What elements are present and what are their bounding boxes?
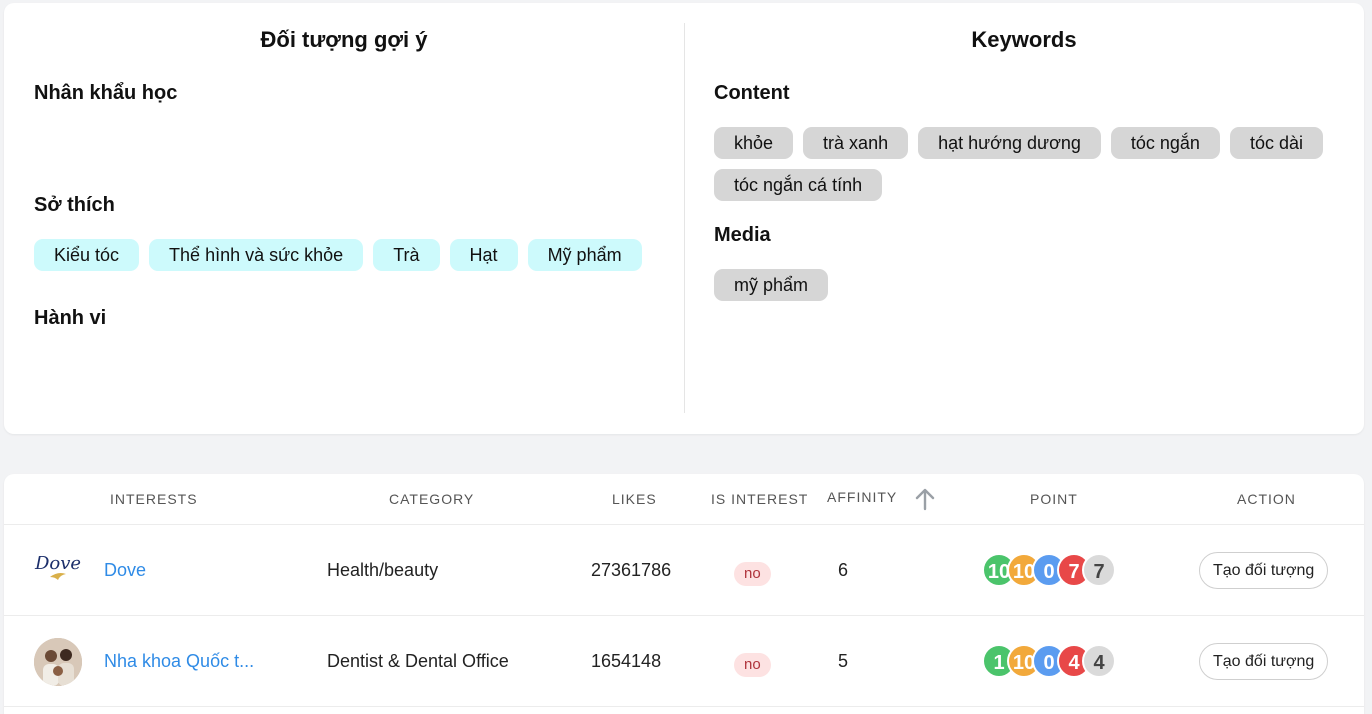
suggested-audience-card: Đối tượng gợi ý Nhân khẩu học Sở thích K… [4,3,1364,434]
create-audience-button[interactable]: Tạo đối tượng [1199,552,1329,589]
create-audience-button[interactable]: Tạo đối tượng [1199,643,1329,680]
content-keyword-chips: khỏe trà xanh hạt hướng dương tóc ngắn t… [714,127,1334,201]
point-circles: 10 10 0 7 7 [982,553,1142,587]
column-header-likes[interactable]: LIKES [612,491,657,507]
point-circle: 4 [1082,644,1116,678]
keyword-chip[interactable]: tóc ngắn cá tính [714,169,883,201]
table-row: Nha khoa Quốc t... Dentist & Dental Offi… [4,616,1364,707]
column-header-affinity[interactable]: AFFINITY [827,489,897,505]
media-keyword-chips: mỹ phẩm [714,269,829,301]
section-title-media: Media [714,224,771,246]
column-header-category[interactable]: CATEGORY [389,491,474,507]
dove-logo: Dove [34,547,82,595]
affinity-cell: 6 [838,560,849,580]
likes-cell: 27361786 [591,560,672,580]
panel-title-suggested-audience: Đối tượng gợi ý [260,27,428,52]
section-title-content: Content [714,82,790,104]
interest-name-link[interactable]: Dove [104,560,146,581]
table-header: INTERESTS CATEGORY LIKES IS INTEREST AFF… [4,474,1364,525]
column-header-interests[interactable]: INTERESTS [110,491,198,507]
avatar-photo-icon [34,638,82,686]
interest-chips: Kiểu tóc Thể hình và sức khỏe Trà Hạt Mỹ… [34,239,642,271]
arrow-up-icon[interactable] [914,487,936,511]
keyword-chip[interactable]: tóc ngắn [1110,127,1220,159]
likes-cell: 1654148 [591,651,662,671]
category-cell: Dentist & Dental Office [327,651,509,671]
keyword-chip[interactable]: mỹ phẩm [714,269,829,301]
keyword-chip[interactable]: hạt hướng dương [918,127,1101,159]
column-header-action[interactable]: ACTION [1237,491,1296,507]
point-circles: 1 10 0 4 4 [982,644,1142,678]
interest-chip[interactable]: Mỹ phẩm [527,239,642,271]
table-row: Dove Dove Health/beauty 27361786 no 6 10… [4,525,1364,616]
keyword-chip[interactable]: khỏe [714,127,794,159]
dove-logo-icon: Dove [34,553,81,580]
svg-text:Dove: Dove [34,553,81,574]
dental-clinic-avatar [34,638,82,686]
category-cell: Health/beauty [327,560,439,580]
interest-chip[interactable]: Hạt [449,239,518,271]
point-circle: 7 [1082,553,1116,587]
interest-chip[interactable]: Thể hình và sức khỏe [149,239,364,271]
keyword-chip[interactable]: tóc dài [1229,127,1323,159]
is-interest-badge: no [734,562,771,586]
interests-table: INTERESTS CATEGORY LIKES IS INTEREST AFF… [4,474,1364,714]
interest-name-link[interactable]: Nha khoa Quốc t... [104,651,254,672]
affinity-cell: 5 [838,651,849,671]
interest-chip[interactable]: Kiểu tóc [34,239,140,271]
section-title-interests: Sở thích [34,194,115,216]
panel-title-keywords: Keywords [971,27,1077,52]
column-header-point[interactable]: POINT [1030,491,1078,507]
panel-divider [684,23,685,413]
section-title-demographics: Nhân khẩu học [34,82,178,104]
interest-chip[interactable]: Trà [373,239,440,271]
section-title-behavior: Hành vi [34,307,107,329]
keyword-chip[interactable]: trà xanh [803,127,909,159]
is-interest-badge: no [734,653,771,677]
column-header-is-interest[interactable]: IS INTEREST [711,491,808,507]
